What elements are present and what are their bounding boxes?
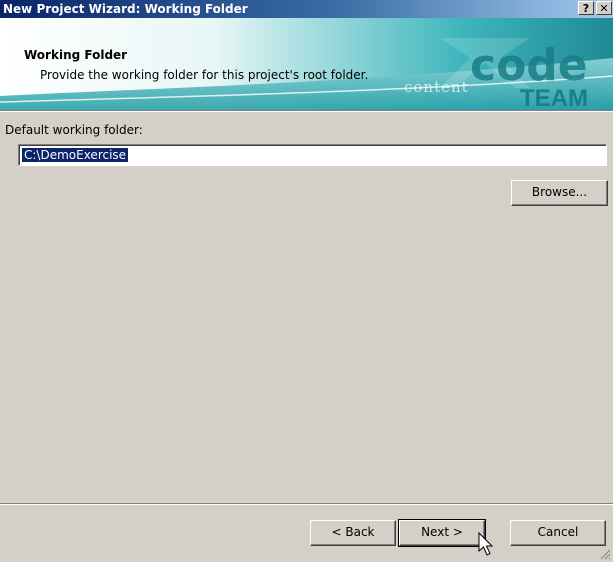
- help-icon[interactable]: ?: [578, 1, 594, 15]
- header-banner: code content TEAM: [0, 18, 613, 110]
- working-folder-label: Default working folder:: [5, 123, 143, 137]
- footer-divider: [0, 503, 613, 505]
- resize-grip-icon[interactable]: [599, 548, 611, 560]
- cancel-button[interactable]: Cancel: [510, 520, 606, 546]
- header-divider: [0, 110, 613, 112]
- title-bar: New Project Wizard: Working Folder ? ✕: [0, 0, 613, 18]
- brand-content-text: content: [404, 78, 469, 96]
- mouse-pointer-icon: [478, 532, 494, 556]
- browse-button[interactable]: Browse...: [511, 180, 608, 206]
- close-icon[interactable]: ✕: [596, 1, 612, 15]
- back-button[interactable]: < Back: [310, 520, 396, 546]
- next-button[interactable]: Next >: [398, 519, 486, 547]
- window-title: New Project Wizard: Working Folder: [3, 2, 248, 16]
- wizard-header: code content TEAM Working Folder Provide…: [0, 18, 613, 110]
- page-subtitle: Provide the working folder for this proj…: [40, 68, 369, 82]
- working-folder-input[interactable]: C:\DemoExercise: [18, 144, 607, 166]
- working-folder-value: C:\DemoExercise: [22, 148, 129, 162]
- brand-team-text: TEAM: [520, 85, 588, 110]
- page-title: Working Folder: [24, 48, 128, 62]
- brand-code-text: code: [470, 40, 588, 91]
